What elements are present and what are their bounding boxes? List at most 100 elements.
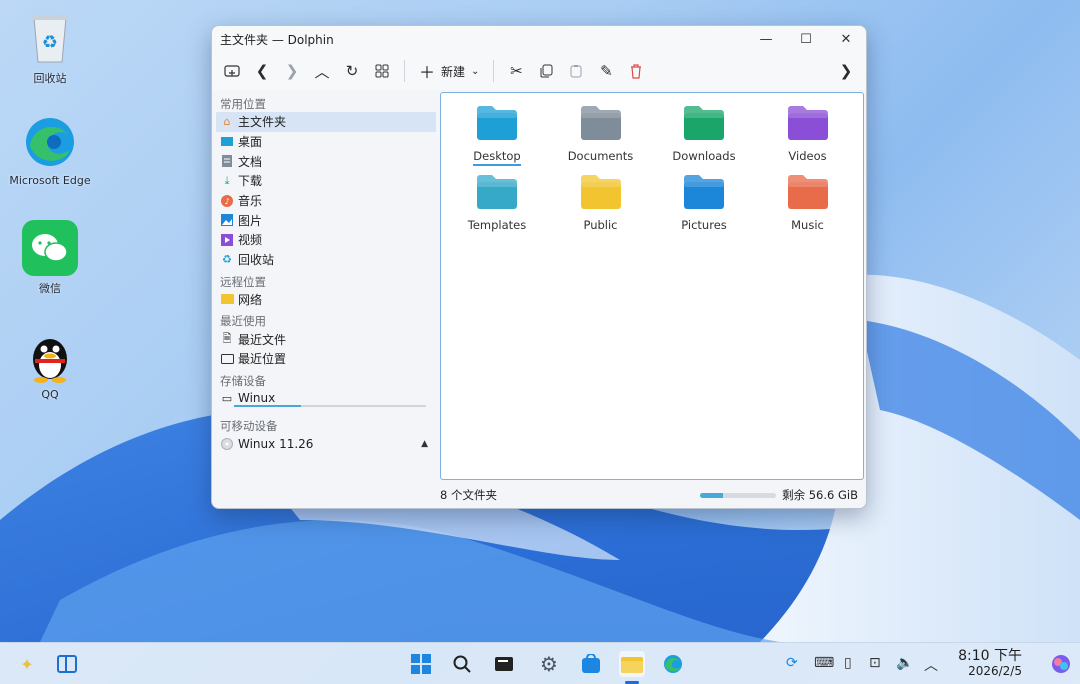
title-bar[interactable]: 主文件夹 — Dolphin — ☐ ✕ [212,26,866,52]
sidebar-item-label: 视频 [238,233,263,248]
removable-section-title: 可移动设备 [220,419,278,434]
desktop-icon-edge[interactable]: Microsoft Edge [5,114,95,187]
file-item[interactable]: Public [555,174,647,232]
downloads-folder-icon [683,105,725,141]
up-button[interactable]: ︿ [308,57,336,85]
file-view[interactable]: Desktop Documents Downloads Videos Templates… [440,92,864,480]
minimize-button[interactable]: — [746,26,786,52]
network-icon[interactable]: ⊡ [869,655,881,671]
sidebar-item-pictures[interactable]: 图片 [216,210,436,230]
free-space-bar-fill [700,492,723,498]
settings-icon[interactable]: ⚙ [536,651,562,677]
sidebar-item-label: 桌面 [238,135,263,150]
drive-capacity-bar [234,405,426,408]
file-name: Templates [467,218,527,232]
file-item[interactable]: Pictures [658,174,750,232]
status-bar: 8 个文件夹 剩余 56.6 GiB [212,482,866,508]
sidebar-item-trash[interactable]: ♻ 回收站 [216,250,436,270]
sidebar-item-recent-locations[interactable]: 最近位置 [216,349,436,369]
file-item[interactable]: Music [762,174,854,232]
picture-icon [220,213,234,227]
sidebar-item-desktop[interactable]: 桌面 [216,132,436,152]
sidebar-item-music[interactable]: ♪ 音乐 [216,191,436,211]
edge-taskbar-icon[interactable] [660,651,686,677]
sidebar-item-label: 图片 [238,213,263,228]
window-title: 主文件夹 — Dolphin [220,32,334,47]
sidebar-item-documents[interactable]: 文档 [216,151,436,171]
trash-icon: ♻ [222,253,232,267]
refresh-icon[interactable]: ↻ [338,57,366,85]
clock-date: 2026/2/5 [968,664,1022,678]
recycle-bin-icon: ♻ [22,10,78,66]
cut-icon[interactable]: ✂ [502,57,530,85]
delete-icon[interactable] [622,57,650,85]
music-folder-icon [787,174,829,210]
desktop-icon-label: 回收站 [33,72,67,85]
sidebar-item-winux-drive[interactable]: ▭ Winux [216,389,436,409]
search-icon[interactable] [449,651,475,677]
store-icon[interactable] [578,651,604,677]
copilot-icon[interactable] [1048,651,1074,677]
forward-button[interactable]: ❯ [278,57,306,85]
widgets-icon[interactable]: ✦ [14,651,40,677]
free-space-label: 剩余 56.6 GiB [782,488,858,502]
paste-icon[interactable] [562,57,590,85]
sidebar-item-label: 文档 [238,154,263,169]
toolbar: ❮ ❯ ︿ ↻ ＋ 新建 ⌄ ✂ ✎ ❯ [212,52,866,90]
copy-icon[interactable] [532,57,560,85]
back-button[interactable]: ❮ [248,57,276,85]
start-icon[interactable] [408,651,434,677]
file-manager-icon[interactable] [619,651,645,677]
split-view-icon[interactable] [218,57,246,85]
sidebar-item-network[interactable]: 网络 [216,290,436,310]
network-folder-icon [220,292,234,306]
close-button[interactable]: ✕ [826,26,866,52]
sidebar-item-label: 主文件夹 [238,115,287,130]
recent-section-title: 最近使用 [220,314,266,329]
eject-icon[interactable]: ▲ [421,439,428,449]
file-item[interactable]: Desktop [451,105,543,166]
desktop-icon-wechat[interactable]: 微信 [5,220,95,296]
battery-icon[interactable]: ▯ [844,655,852,671]
svg-text:♻: ♻ [42,32,58,53]
desktop-icon-recycle-bin[interactable]: ♻ 回收站 [5,10,95,86]
sidebar-item-downloads[interactable]: ⤓ 下载 [216,171,436,191]
terminal-icon[interactable] [491,651,517,677]
desktop-icon-qq[interactable]: QQ [5,328,95,401]
file-item[interactable]: Templates [451,174,543,232]
view-mode-icon[interactable] [368,57,396,85]
download-icon: ⤓ [224,173,230,187]
sidebar-item-home[interactable]: ⌂ 主文件夹 [216,112,436,132]
sidebar-item-removable-disc[interactable]: Winux 11.26 ▲ [216,434,436,454]
more-chevron-icon[interactable]: ❯ [832,57,860,85]
edge-icon [22,114,78,170]
sidebar-item-label: Winux 11.26 [238,437,314,452]
file-name: Videos [788,149,827,163]
recent-files-icon: 🗎 [222,331,232,345]
sidebar-item-videos[interactable]: 视频 [216,230,436,250]
new-button[interactable]: ＋ 新建 ⌄ [413,57,485,85]
rename-icon[interactable]: ✎ [592,57,620,85]
drive-icon: ▭ [221,391,233,405]
pictures-folder-icon [683,174,725,210]
maximize-button[interactable]: ☐ [786,26,826,52]
places-panel: 常用位置 ⌂ 主文件夹 桌面 文档 ⤓ 下载 ♪ 音乐 图片 视频 ♻ 回收站 … [212,92,438,480]
document-icon [220,154,234,168]
file-name: Music [791,218,824,232]
folder-count: 8 个文件夹 [440,488,497,502]
home-icon: ⌂ [223,115,231,129]
tray-chevron-up-icon[interactable]: ︿ [924,655,938,675]
remote-section-title: 远程位置 [220,274,266,289]
sidebar-item-recent-files[interactable]: 🗎 最近文件 [216,329,436,349]
clock[interactable]: 8:10 下午 2026/2/5 [958,649,1022,679]
file-item[interactable]: Documents [555,105,647,163]
file-item[interactable]: Videos [762,105,854,163]
keyboard-icon[interactable]: ⌨ [814,655,834,671]
volume-icon[interactable]: 🔈 [896,655,913,671]
sidebar-item-label: 音乐 [238,194,263,209]
file-name: Public [583,218,618,232]
sync-icon[interactable]: ⟳ [786,655,798,671]
task-view-icon[interactable] [54,651,80,677]
chevron-down-icon: ⌄ [471,65,480,77]
file-item[interactable]: Downloads [658,105,750,163]
